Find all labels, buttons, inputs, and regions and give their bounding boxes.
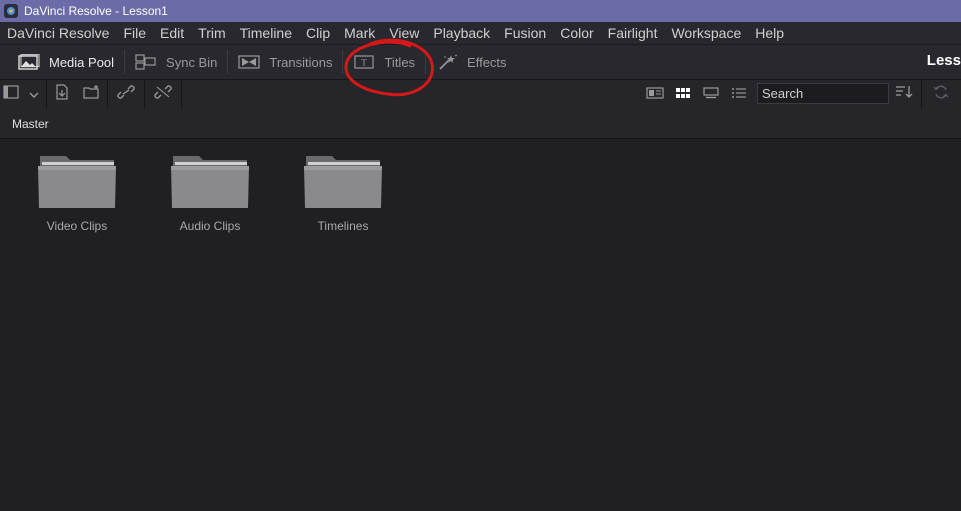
effects-button[interactable]: Effects [426,45,517,79]
add-bin-button[interactable] [77,80,107,109]
menu-timeline[interactable]: Timeline [233,25,299,41]
metadata-view-button[interactable] [641,80,669,109]
svg-text:T: T [362,58,368,68]
sort-icon [895,85,913,104]
menu-workspace[interactable]: Workspace [664,25,748,41]
sync-bin-button[interactable]: Sync Bin [125,45,227,79]
bin-folder-label: Video Clips [46,219,108,233]
view-mode-group [641,80,753,109]
list-view-button[interactable] [725,80,753,109]
menu-clip[interactable]: Clip [299,25,337,41]
media-pool-toolbar: Search [0,79,961,110]
media-pool-icon [18,54,40,70]
media-pool-label: Media Pool [49,54,115,70]
project-name: Less [926,52,961,69]
strip-view-button[interactable] [697,80,725,109]
list-icon [731,86,747,104]
sync-bin-label: Sync Bin [166,54,218,70]
menu-mark[interactable]: Mark [337,25,382,41]
bin-folder-video-clips[interactable]: Video Clips [22,154,132,233]
menu-davinci-resolve[interactable]: DaVinci Resolve [0,25,116,41]
transitions-button[interactable]: Transitions [228,45,342,79]
menu-fairlight[interactable]: Fairlight [601,25,665,41]
search-input[interactable]: Search [757,83,889,104]
sidebar-toggle-button[interactable] [0,80,22,109]
folder-icon [36,156,118,214]
folder-icon [302,156,384,214]
menu-fusion[interactable]: Fusion [497,25,553,41]
import-media-icon [54,84,70,105]
menu-playback[interactable]: Playback [426,25,497,41]
bin-folder-label: Audio Clips [179,219,241,233]
titles-icon: T [353,54,375,70]
relink-clips-button[interactable] [108,80,144,109]
breadcrumb[interactable]: Master [12,117,49,131]
menu-color[interactable]: Color [553,25,600,41]
bin-folder-timelines[interactable]: Timelines [288,154,398,233]
media-pool-bin-area: Video Clips Audio Clips Timelines [0,139,961,511]
davinci-resolve-icon [4,4,18,18]
sidebar-toggle-icon [3,85,19,104]
bin-folder-label: Timelines [317,219,369,233]
transitions-icon [238,54,260,70]
panel-bar: Media Pool Sync Bin Transitions T Titles… [0,44,961,79]
unlink-clips-button[interactable] [145,80,181,109]
sidebar-dropdown-button[interactable] [22,80,46,109]
media-pool-button[interactable]: Media Pool [0,45,124,79]
refresh-icon [933,84,949,105]
title-bar: DaVinci Resolve - Lesson1 [0,0,961,22]
toolbar-divider [921,80,922,109]
thumbnail-view-button[interactable] [669,80,697,109]
sync-bin-icon [135,54,157,70]
folder-icon [169,156,251,214]
import-media-button[interactable] [47,80,77,109]
chevron-down-icon [29,86,39,104]
titles-button[interactable]: T Titles [343,45,425,79]
window-title: DaVinci Resolve - Lesson1 [24,4,168,18]
link-icon [117,84,135,105]
transitions-label: Transitions [269,54,333,70]
bin-folder-audio-clips[interactable]: Audio Clips [155,154,265,233]
menu-trim[interactable]: Trim [191,25,232,41]
menu-help[interactable]: Help [748,25,791,41]
add-bin-icon [83,84,101,105]
metadata-view-icon [646,86,664,104]
sort-button[interactable] [889,80,919,109]
titles-label: Titles [384,54,416,70]
toolbar-divider [181,80,182,109]
strip-view-icon [703,86,719,104]
menu-bar: DaVinci Resolve File Edit Trim Timeline … [0,22,961,44]
unlink-icon [154,84,172,105]
grid-icon [675,86,691,104]
menu-file[interactable]: File [116,25,153,41]
menu-edit[interactable]: Edit [153,25,191,41]
effects-label: Effects [467,54,507,70]
bin-header: Master [0,109,961,139]
refresh-button[interactable] [926,80,956,109]
menu-view[interactable]: View [382,25,426,41]
magic-wand-icon [436,54,458,70]
